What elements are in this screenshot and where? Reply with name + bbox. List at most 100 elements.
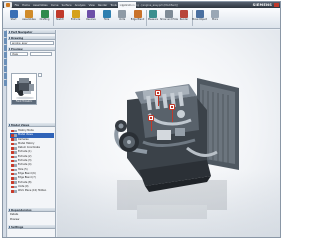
show-and-hide-icon [164,10,173,18]
tree-row-label: Extrude (2) [18,154,32,158]
feature-icon [14,181,17,184]
brand-logo: SIEMENS [252,2,272,7]
ribbon-button-show-and-hide[interactable]: Show and Hide [160,9,178,26]
extrude-icon [71,10,80,18]
engine-thumbnail-image [15,78,34,100]
assembly-navigator-icon[interactable] [3,31,7,37]
tree-row-label: Extrude (3) [18,159,32,163]
ribbon-button-unite[interactable]: Unite [116,9,129,26]
app-window: File Home Assemblies Curve Surface Analysis Vi… [2,1,281,238]
callout-tag[interactable] [169,104,175,110]
constraint-navigator-icon[interactable] [3,38,7,44]
feature-icon [14,159,17,163]
start-icon [9,10,18,18]
feature-icon [14,168,17,172]
model-tree: History Mode Model Views Cameras Model Hist… [10,129,54,193]
collapse-icon[interactable] [8,37,11,39]
preview-option-checkbox[interactable] [38,73,42,77]
edge-blend-icon [133,10,142,18]
feature-icon [14,190,17,193]
drawing-section-header[interactable]: Drawing [8,36,55,40]
more-icon [211,10,219,18]
ribbon-button-edge-blend[interactable]: Edge Blend [131,9,144,26]
collapse-icon[interactable] [8,124,11,126]
resource-bar [3,30,7,237]
tree-row-label: Extrude (8) [18,180,32,184]
hole-icon [102,10,111,18]
tree-row-label: Extrude (1) [18,150,32,154]
ribbon-button-hole[interactable]: Hole [100,9,113,26]
reuse-library-icon[interactable] [3,52,7,58]
tree-row-label: Cameras [18,137,29,141]
unite-icon [118,10,126,18]
callout-tag[interactable] [148,115,154,121]
ribbon-button-revolve[interactable]: Revolve [85,9,98,26]
part-name-field[interactable]: engine_assy [10,41,54,45]
ribbon-button-extrude[interactable]: Extrude [69,9,82,26]
feature-icon [14,147,17,150]
ribbon-toolbar: Start Assemblies Drafting Sketch Extrude Revo… [3,8,280,29]
callout-leader [158,96,159,106]
panel-header: Part Navigator [8,30,55,34]
engine-model[interactable] [57,30,281,238]
tree-row-label: Work Plane (10) Hidden [18,189,47,193]
preview-thumbnail[interactable]: Front Trimetric [11,73,37,105]
tree-row-label: Unite (9) [18,184,29,188]
tree-row-label: Hole (5) [18,167,28,171]
window-title: NX 7 - Modeling - [engine_assy.prt (Modi… [118,3,178,7]
sketch-icon [56,10,64,18]
web-browser-icon[interactable] [3,59,7,65]
callout-leader [172,110,173,122]
drafting-icon [40,10,49,18]
render-icon [180,10,188,18]
thumbnail-caption: Front Trimetric [12,100,36,104]
preview-row[interactable]: Preview [10,218,54,222]
measure-icon [149,10,157,18]
collapse-icon[interactable] [8,48,11,50]
revolve-icon [87,10,95,18]
part-navigator-icon[interactable] [3,45,7,51]
ribbon-button-start[interactable]: Start [7,9,20,26]
move-object-icon [195,10,204,18]
model-views-header[interactable]: Model Views [8,123,55,127]
feature-icon [14,129,17,133]
tree-row-label: Extrude (4) [18,163,32,167]
tree-row[interactable]: Work Plane (10) Hidden [10,189,54,193]
ribbon-button-assemblies[interactable]: Assemblies [22,9,36,26]
preview-section-header[interactable]: Preview [8,47,55,51]
callout-leader [151,121,152,131]
details-row[interactable]: Details [10,213,54,217]
tree-row-label: Model Views [18,133,33,137]
system-materials-icon[interactable] [3,73,7,79]
feature-icon [14,142,17,146]
ribbon-button-measure[interactable]: Measure [147,9,160,26]
feature-icon [14,151,17,154]
collapse-icon[interactable] [8,209,11,211]
tree-row-label: History Mode [18,129,34,132]
ribbon-button-more[interactable]: More [209,9,222,26]
collapse-icon[interactable] [8,226,11,228]
history-icon[interactable] [3,66,7,72]
dependencies-header[interactable]: Dependencies [8,208,55,212]
ribbon-button-sketch[interactable]: Sketch [54,9,67,26]
view-filter-field[interactable] [30,52,52,56]
feature-icon [14,134,17,137]
tree-row-label: Edge Blend (6) [18,171,36,175]
view-dropdown[interactable]: View [10,52,28,56]
tree-row-label: Datum Coordinate [18,146,40,150]
part-navigator-panel: Part Navigator Drawing engine_assy Previ… [8,30,56,237]
settings-header[interactable]: Settings [8,225,55,229]
feature-icon [14,164,17,167]
close-window-button[interactable] [274,3,279,7]
feature-icon [14,177,17,180]
roles-icon[interactable] [3,80,7,86]
ribbon-button-drafting[interactable]: Drafting [38,9,51,26]
ribbon-button-move-object[interactable]: Move Object [192,9,207,26]
callout-tag[interactable] [155,90,161,96]
tree-row-label: Model History [18,141,35,145]
tree-row-label: Edge Blend (7) [18,176,36,180]
graphics-viewport[interactable] [57,30,281,238]
ribbon-button-render[interactable]: Render [178,9,191,26]
collapse-icon[interactable] [8,31,11,33]
assemblies-icon [25,10,33,18]
